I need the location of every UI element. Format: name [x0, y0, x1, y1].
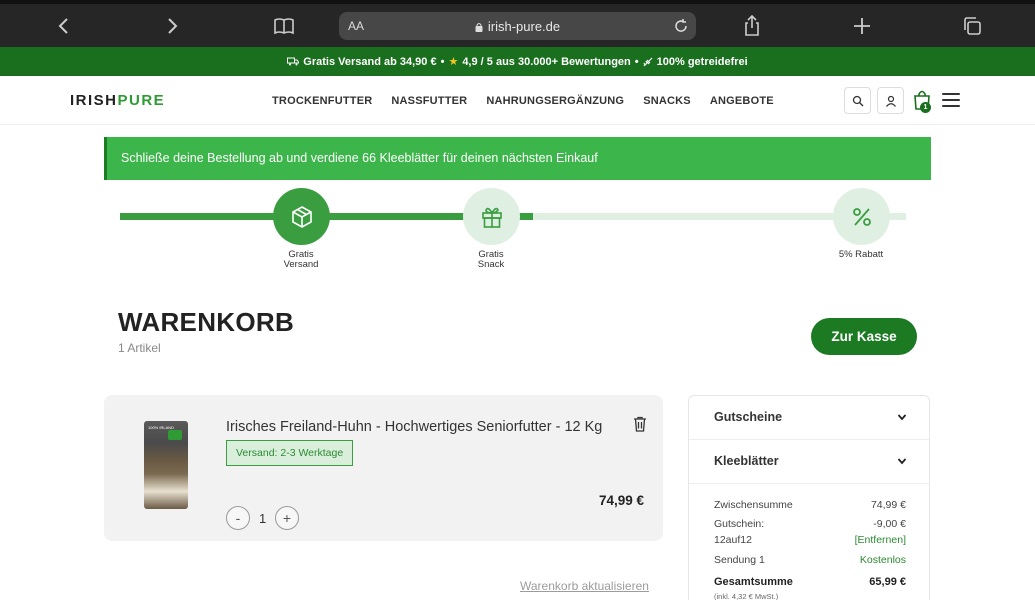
promo-separator: • [634, 55, 639, 68]
shipping-time-badge: Versand: 2-3 Werktage [226, 440, 354, 466]
subtotal-label: Zwischensumme [714, 499, 793, 511]
cart-count-badge: 1 [920, 102, 931, 113]
subtotal-value: 74,99 € [870, 499, 906, 511]
quantity-increase-button[interactable]: + [275, 506, 299, 530]
step-free-shipping [273, 188, 330, 245]
item-count: 1 Artikel [118, 341, 161, 355]
checkout-button[interactable]: Zur Kasse [811, 318, 917, 355]
total-value: 65,99 € [869, 576, 906, 588]
coupon-code: 12auf12 [714, 534, 752, 546]
box-icon [291, 205, 312, 228]
nav-nassfutter[interactable]: NASSFUTTER [391, 95, 467, 107]
reward-banner: Schließe deine Bestellung ab und verdien… [104, 137, 931, 180]
subtotal-row: Zwischensumme 74,99 € [714, 499, 906, 511]
bookmarks-icon[interactable] [272, 14, 296, 38]
chevron-down-icon [897, 414, 907, 421]
clover-label: Kleeblätter [714, 454, 779, 468]
shipping-row: Sendung 1 Kostenlos [714, 554, 906, 566]
url-text: irish-pure.de [339, 19, 696, 34]
nav-snacks[interactable]: SNACKS [643, 95, 691, 107]
share-icon[interactable] [740, 14, 764, 38]
step-label-discount: 5% Rabatt [821, 250, 901, 260]
total-label: Gesamtsumme [714, 576, 793, 588]
site-header: IRISHPURE TROCKENFUTTER NASSFUTTER NAHRU… [0, 76, 1035, 125]
step-discount [833, 188, 890, 245]
user-icon [885, 95, 896, 107]
url-label: irish-pure.de [487, 19, 561, 34]
address-bar[interactable]: AA irish-pure.de [339, 12, 696, 40]
coupon-row: Gutschein: -9,00 € [714, 518, 906, 530]
step-free-snack [463, 188, 520, 245]
grain-icon [643, 57, 653, 66]
cart-item: 100% IRLAND Irisches Freiland-Huhn - Hoc… [104, 395, 663, 541]
promo-strip: Gratis Versand ab 34,90 € • ★ 4,9 / 5 au… [0, 47, 1035, 76]
item-price: 74,99 € [599, 493, 645, 508]
clover-accordion[interactable]: Kleeblätter [689, 440, 929, 484]
nav-trockenfutter[interactable]: TROCKENFUTTER [272, 95, 372, 107]
lock-icon [475, 23, 483, 32]
nav-angebote[interactable]: ANGEBOTE [710, 95, 774, 107]
remove-coupon-link[interactable]: [Entfernen] [855, 534, 906, 546]
main-nav: TROCKENFUTTER NASSFUTTER NAHRUNGSERGÄNZU… [272, 95, 774, 107]
search-button[interactable] [844, 87, 871, 114]
step-label-line: Versand [283, 259, 319, 270]
page-title: WARENKORB [118, 307, 295, 337]
account-button[interactable] [877, 87, 904, 114]
order-summary: Gutscheine Kleeblätter Zwischensumme 74,… [688, 395, 930, 600]
reload-icon[interactable] [672, 17, 690, 35]
coupon-label: Gutschein: [714, 518, 765, 530]
product-image[interactable]: 100% IRLAND [144, 421, 188, 509]
quantity-decrease-button[interactable]: - [226, 506, 250, 530]
back-icon[interactable] [51, 14, 75, 38]
step-label-line: 5% Rabatt [838, 249, 884, 260]
coupons-accordion[interactable]: Gutscheine [689, 396, 929, 440]
forward-icon[interactable] [161, 14, 185, 38]
coupon-code-row: 12auf12 [Entfernen] [714, 534, 906, 546]
product-title[interactable]: Irisches Freiland-Huhn - Hochwertiges Se… [226, 419, 602, 435]
step-label-line: Snack [477, 259, 505, 270]
coupons-label: Gutscheine [714, 410, 783, 424]
new-tab-icon[interactable] [850, 14, 874, 38]
nav-nahrungsergaenzung[interactable]: NAHRUNGSERGÄNZUNG [486, 95, 624, 107]
star-icon: ★ [448, 56, 459, 68]
chevron-down-icon [897, 458, 907, 465]
pack-seal [168, 430, 182, 440]
search-icon [852, 95, 863, 106]
update-cart-link[interactable]: Warenkorb aktualisieren [520, 579, 649, 593]
total-row: Gesamtsumme 65,99 € [714, 576, 906, 588]
step-label-free-snack: Gratis Snack [451, 250, 531, 270]
promo-shipping: Gratis Versand ab 34,90 € [303, 55, 437, 68]
logo-pure: PURE [117, 92, 166, 109]
promo-rating: 4,9 / 5 aus 30.000+ Bewertungen [462, 55, 631, 68]
step-label-free-shipping: Gratis Versand [261, 250, 341, 270]
browser-toolbar: AA irish-pure.de [0, 0, 1035, 47]
trash-icon[interactable] [633, 416, 647, 432]
truck-icon [287, 57, 300, 66]
shipping-value: Kostenlos [859, 554, 906, 566]
logo-irish: IRISH [70, 92, 118, 109]
coupon-value: -9,00 € [873, 518, 906, 530]
menu-icon[interactable] [942, 93, 960, 107]
promo-separator: • [440, 55, 445, 68]
gift-icon [481, 207, 502, 228]
percent-icon [852, 207, 871, 226]
logo[interactable]: IRISHPURE [70, 92, 165, 109]
quantity-value[interactable]: 1 [259, 511, 266, 526]
shipping-label: Sendung 1 [714, 554, 765, 566]
tabs-icon[interactable] [960, 14, 984, 38]
vat-note: (inkl. 4,32 € MwSt.) [714, 592, 779, 600]
promo-grainfree: 100% getreidefrei [656, 55, 748, 68]
